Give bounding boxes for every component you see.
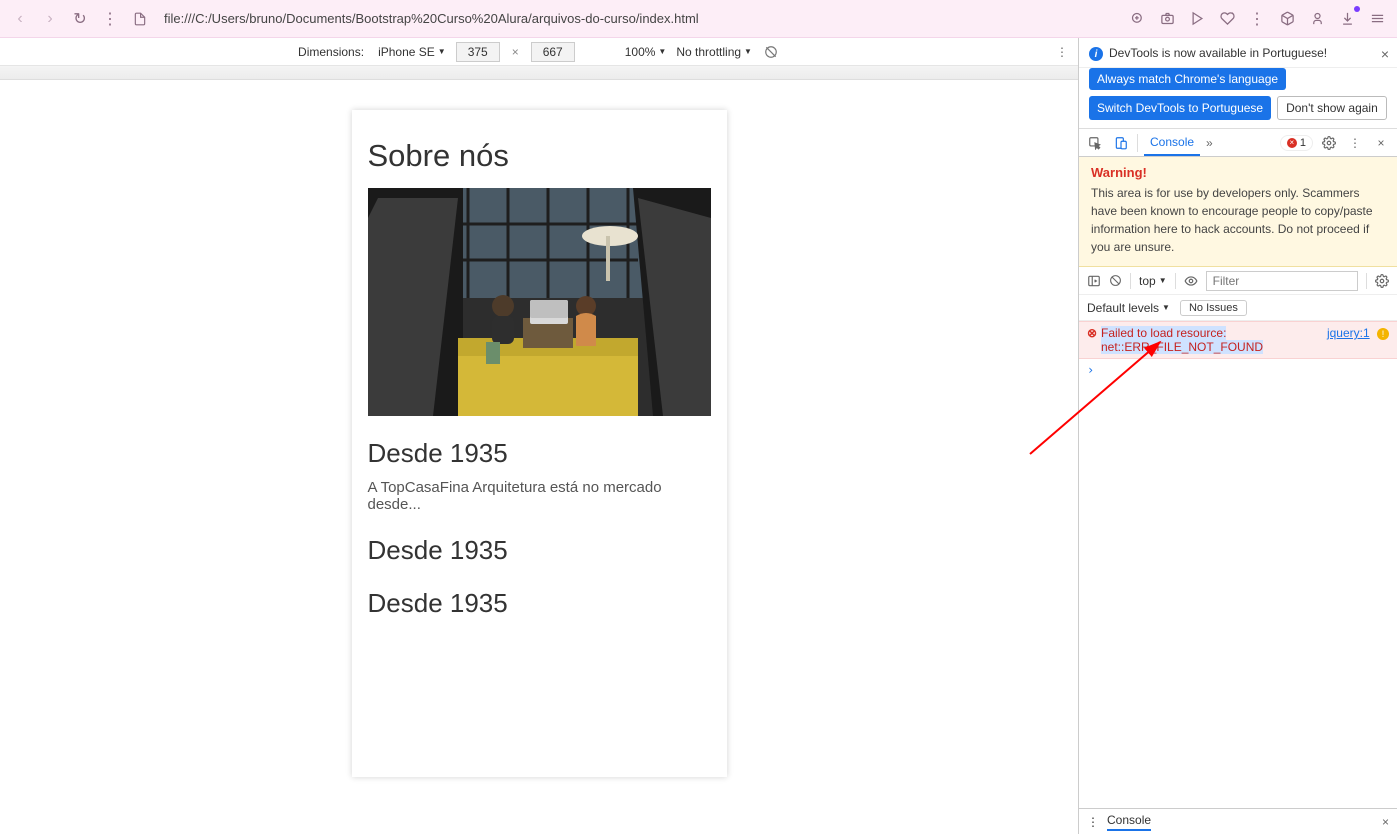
log-levels-select[interactable]: Default levels▼ [1087, 301, 1170, 315]
profile-icon[interactable] [1305, 7, 1329, 31]
error-icon: ⊗ [1087, 326, 1101, 354]
toolbar-more-2[interactable]: ⋮ [1245, 7, 1269, 31]
back-button[interactable]: ‹ [8, 7, 32, 31]
sidebar-toggle-icon[interactable] [1087, 274, 1101, 288]
download-icon[interactable] [1335, 7, 1359, 31]
tab-console[interactable]: Console [1144, 129, 1200, 156]
device-preview-pane: Dimensions: iPhone SE▼ 375 × 667 100%▼ N… [0, 38, 1079, 834]
device-toolbar: Dimensions: iPhone SE▼ 375 × 667 100%▼ N… [0, 38, 1078, 66]
console-prompt[interactable]: › [1079, 359, 1397, 381]
toolbar-more[interactable]: ⋮ [98, 7, 122, 31]
console-body[interactable]: ⊗ Failed to load resource: net::ERR_FILE… [1079, 321, 1397, 808]
devtools-drawer: ⋮ Console × [1079, 808, 1397, 834]
ruler [0, 66, 1078, 80]
kebab-icon[interactable]: ⋮ [1345, 133, 1365, 153]
error-count-badge[interactable]: ×1 [1280, 135, 1313, 151]
page-image [368, 188, 711, 416]
close-icon[interactable]: × [1381, 46, 1389, 62]
error-source: jquery:1 ! [1327, 326, 1389, 354]
banner-text: DevTools is now available in Portuguese! [1109, 46, 1327, 60]
preview-canvas[interactable]: Sobre nós [0, 80, 1078, 834]
warning-body: This area is for use by developers only.… [1091, 184, 1385, 256]
zoom-icon[interactable] [1125, 7, 1149, 31]
context-select[interactable]: top▼ [1139, 274, 1167, 288]
zoom-select[interactable]: 100%▼ [625, 45, 667, 59]
menu-icon[interactable] [1365, 7, 1389, 31]
page-h3-3: Desde 1935 [368, 588, 711, 619]
more-tabs-icon[interactable]: » [1206, 136, 1213, 150]
page-h3-1: Desde 1935 [368, 438, 711, 469]
throttling-select[interactable]: No throttling▼ [676, 45, 752, 59]
height-input[interactable]: 667 [531, 42, 575, 62]
drawer-tab-console[interactable]: Console [1107, 813, 1151, 831]
error-message: Failed to load resource: net::ERR_FILE_N… [1101, 326, 1319, 354]
console-toolbar: top▼ [1079, 267, 1397, 295]
page-title: Sobre nós [368, 138, 711, 174]
self-xss-warning: Warning! This area is for use by develop… [1079, 157, 1397, 267]
devtools-tabbar: Console » ×1 ⋮ × [1079, 129, 1397, 157]
screenshot-icon[interactable] [1155, 7, 1179, 31]
live-expression-icon[interactable] [1184, 274, 1198, 288]
console-settings-icon[interactable] [1375, 274, 1389, 288]
inspect-icon[interactable] [1085, 133, 1105, 153]
error-source-link[interactable]: jquery:1 [1327, 326, 1370, 340]
drawer-menu-icon[interactable]: ⋮ [1087, 815, 1099, 829]
always-match-button[interactable]: Always match Chrome's language [1089, 68, 1286, 90]
switch-language-button[interactable]: Switch DevTools to Portuguese [1089, 96, 1271, 120]
filter-input[interactable] [1206, 271, 1358, 291]
address-bar[interactable]: file:///C:/Users/bruno/Documents/Bootstr… [164, 11, 1119, 26]
rotate-icon[interactable] [762, 43, 780, 61]
close-devtools-icon[interactable]: × [1371, 133, 1391, 153]
heart-icon[interactable] [1215, 7, 1239, 31]
reload-button[interactable]: ↻ [68, 7, 92, 31]
width-input[interactable]: 375 [456, 42, 500, 62]
console-toolbar-2: Default levels▼ No Issues [1079, 295, 1397, 321]
device-select[interactable]: iPhone SE▼ [378, 45, 446, 59]
issues-button[interactable]: No Issues [1180, 300, 1247, 316]
info-icon: i [1089, 47, 1103, 61]
devtools-panel: i DevTools is now available in Portugues… [1079, 38, 1397, 834]
gear-icon[interactable] [1319, 133, 1339, 153]
send-icon[interactable] [1185, 7, 1209, 31]
console-error-row[interactable]: ⊗ Failed to load resource: net::ERR_FILE… [1079, 321, 1397, 359]
dimensions-label: Dimensions: [298, 45, 364, 59]
warning-title: Warning! [1091, 165, 1385, 180]
page-h3-2: Desde 1935 [368, 535, 711, 566]
clear-console-icon[interactable] [1109, 274, 1122, 287]
banner-buttons: Always match Chrome's language Switch De… [1079, 68, 1397, 129]
forward-button[interactable]: › [38, 7, 62, 31]
cube-icon[interactable] [1275, 7, 1299, 31]
language-info-banner: i DevTools is now available in Portugues… [1079, 38, 1397, 68]
device-toggle-icon[interactable] [1111, 133, 1131, 153]
drawer-close-icon[interactable]: × [1382, 815, 1389, 829]
device-toolbar-more[interactable]: ⋮ [1056, 45, 1068, 59]
dimension-separator: × [512, 45, 519, 59]
warning-badge-icon: ! [1377, 328, 1389, 340]
device-frame: Sobre nós [352, 110, 727, 777]
site-info-icon[interactable] [128, 7, 152, 31]
page-paragraph: A TopCasaFina Arquitetura está no mercad… [368, 479, 711, 513]
browser-toolbar: ‹ › ↻ ⋮ file:///C:/Users/bruno/Documents… [0, 0, 1397, 38]
dont-show-button[interactable]: Don't show again [1277, 96, 1387, 120]
